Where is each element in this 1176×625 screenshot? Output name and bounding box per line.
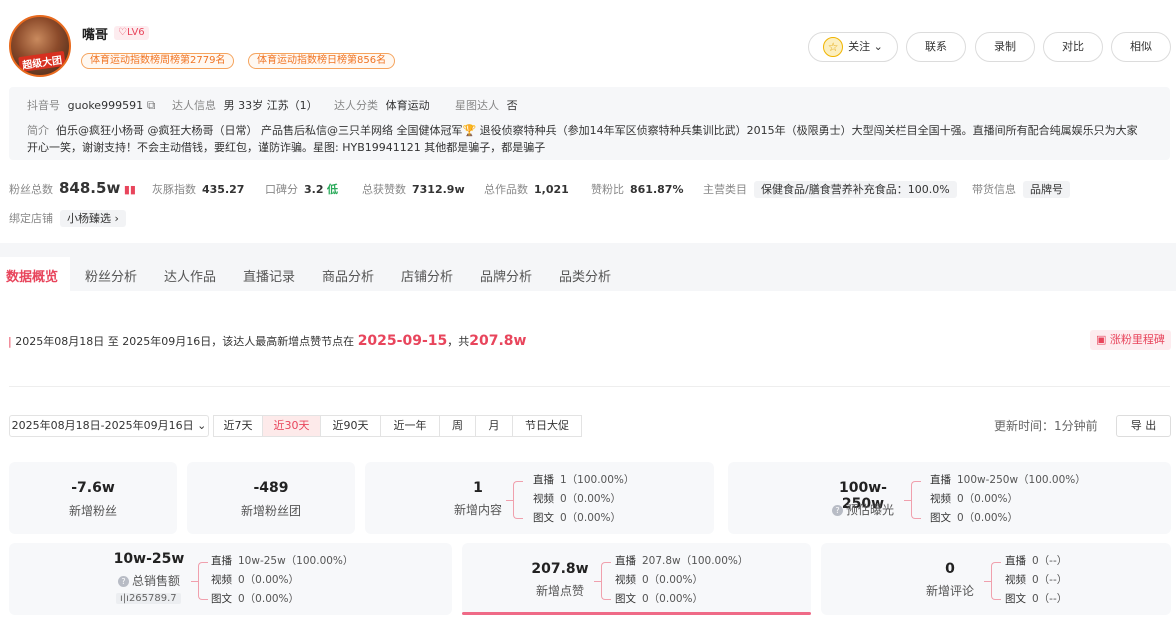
talent-category: 达人分类 体育运动 <box>334 99 430 112</box>
update-time: 更新时间：1分钟前 <box>994 419 1098 433</box>
bio: 简介 伯乐@疯狂小杨哥 @疯狂大杨哥（日常） 产品售后私信@三只羊网络 全国健体… <box>27 124 1138 154</box>
goods-info: 带货信息 品牌号 <box>972 181 1070 198</box>
likes-breakdown: 直播 207.8w（100.00%） 视频 0（0.00%） 图文 0（0.00%） <box>615 555 749 605</box>
bookmark-icon: ▣ <box>1096 333 1107 346</box>
chart-icon[interactable]: ▮▮ <box>124 183 136 196</box>
question-icon[interactable]: ? <box>117 576 129 587</box>
weekly-rank-badge[interactable]: 体育运动指数榜周榜第2779名 <box>81 53 235 69</box>
avatar[interactable]: 超级大团 <box>9 15 71 77</box>
tab-brands[interactable]: 品牌分析 <box>480 266 532 285</box>
filter-90d[interactable]: 近90天 <box>320 415 381 437</box>
total-likes: 总获赞数 7312.9w <box>362 183 465 196</box>
new-comments-value: 0 <box>945 561 955 577</box>
card-new-fan-club[interactable]: -489 新增粉丝团 <box>187 462 355 534</box>
filter-week[interactable]: 周 <box>439 415 476 437</box>
total-works: 总作品数 1,021 <box>484 183 569 196</box>
tab-shops[interactable]: 店铺分析 <box>401 266 453 285</box>
tab-fans[interactable]: 粉丝分析 <box>85 266 137 285</box>
gray-index: 灰豚指数 435.27 <box>152 183 245 196</box>
sales-label: ? 总销售额 <box>104 572 194 589</box>
exposure-breakdown: 直播 100w-250w（100.00%） 视频 0（0.00%） 图文 0（0.00… <box>930 474 1086 524</box>
star-icon: ☆ <box>823 37 844 57</box>
talent-name: 嘴哥 <box>82 28 109 43</box>
question-icon[interactable]: ? <box>831 505 843 516</box>
filter-month[interactable]: 月 <box>475 415 513 437</box>
card-new-fans[interactable]: -7.6w 新增粉丝 <box>9 462 177 534</box>
export-button[interactable]: 导 出 <box>1116 415 1171 437</box>
filter-1y[interactable]: 近一年 <box>380 415 440 437</box>
like-fan-ratio: 赞粉比 861.87% <box>591 183 684 196</box>
star-talent: 星图达人 否 <box>455 99 518 112</box>
new-comments-label: 新增评论 <box>925 584 974 598</box>
tab-works[interactable]: 达人作品 <box>164 266 216 285</box>
active-card-indicator <box>462 612 811 615</box>
tab-overview[interactable]: 数据概览 <box>6 266 58 285</box>
filter-30d[interactable]: 近30天 <box>262 415 321 437</box>
copy-icon[interactable]: ⧉ <box>147 98 156 112</box>
heart-icon: ♡ <box>118 27 127 38</box>
sales-value: 10w-25w <box>113 551 185 567</box>
bracket-tick <box>984 581 992 582</box>
content-breakdown: 直播 1（100.00%） 视频 0（0.00%） 图文 0（0.00%） <box>533 474 635 524</box>
bracket-tick <box>904 500 912 501</box>
milestone-button[interactable]: ▣ 涨粉里程碑 <box>1090 330 1171 350</box>
bracket-tick <box>506 500 514 501</box>
new-content-label: 新增内容 <box>453 503 502 517</box>
contact-button[interactable]: 联系 <box>906 32 966 62</box>
tab-live[interactable]: 直播记录 <box>243 266 295 285</box>
likes-notice: | 2025年08月18日 至 2025年09月16日，该达人最高新增点赞节点在… <box>8 333 527 349</box>
section-divider <box>0 243 1176 257</box>
record-button[interactable]: 录制 <box>975 32 1035 62</box>
sales-breakdown: 直播 10w-25w（100.00%） 视频 0（0.00%） 图文 0（0.00%） <box>211 555 354 605</box>
bar-chart-icon: ı|ı <box>120 593 129 604</box>
comments-breakdown: 直播 0（--） 视频 0（--） 图文 0（--） <box>1005 555 1068 605</box>
daily-rank-badge[interactable]: 体育运动指数榜日榜第856名 <box>248 53 396 69</box>
bracket <box>198 562 208 600</box>
sales-exact: ı|ı265789.7 <box>116 593 181 604</box>
new-content-value: 1 <box>473 480 483 496</box>
bracket-tick <box>191 581 199 582</box>
bracket <box>513 481 523 519</box>
bracket-tick <box>594 581 602 582</box>
exposure-label: ? 预估曝光 <box>818 501 908 518</box>
bound-shop: 绑定店铺 小杨臻选 › <box>9 210 126 227</box>
fans-total: 粉丝总数 848.5w ▮▮ <box>9 179 136 197</box>
filter-festival[interactable]: 节日大促 <box>512 415 582 437</box>
bracket <box>601 562 611 600</box>
divider <box>9 386 1170 387</box>
chevron-down-icon: ⌄ <box>197 419 207 432</box>
talent-info: 达人信息 男 33岁 江苏（1） <box>172 99 318 112</box>
tab-products[interactable]: 商品分析 <box>322 266 374 285</box>
new-likes-label: 新增点赞 <box>535 584 584 598</box>
compare-button[interactable]: 对比 <box>1043 32 1103 62</box>
bracket <box>911 481 921 519</box>
similar-button[interactable]: 相似 <box>1111 32 1171 62</box>
shop-link[interactable]: 小杨臻选 › <box>60 210 126 227</box>
bracket <box>991 562 1001 600</box>
reputation-score: 口碑分 3.2 低 <box>265 183 338 196</box>
tab-categories[interactable]: 品类分析 <box>559 266 611 285</box>
date-range-picker[interactable]: 2025年08月18日-2025年09月16日 ⌄ <box>9 415 209 437</box>
avatar-badge: 超级大团 <box>18 50 66 73</box>
filter-7d[interactable]: 近7天 <box>213 415 263 437</box>
follow-button[interactable]: ☆ 关注 ⌄ <box>808 32 898 62</box>
main-category: 主营类目 保健食品/膳食营养补充食品：100.0% <box>703 181 957 198</box>
new-likes-value: 207.8w <box>531 561 589 577</box>
level-badge: ♡LV6 <box>114 26 149 40</box>
chevron-down-icon: ⌄ <box>870 40 883 53</box>
douyin-id: 抖音号 guoke999591 ⧉ <box>27 98 156 112</box>
